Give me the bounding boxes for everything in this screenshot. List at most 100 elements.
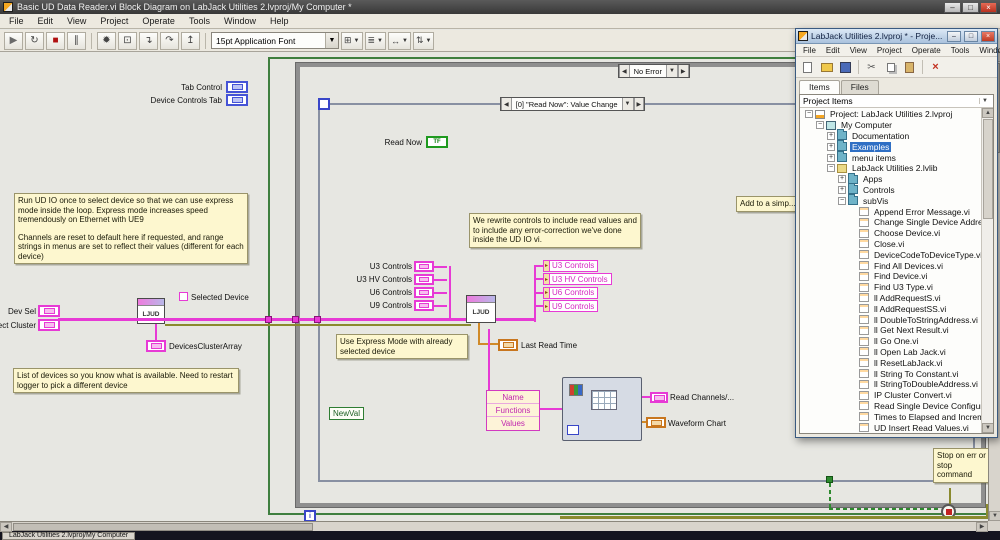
pe-menu-item[interactable]: View [845, 46, 872, 55]
header-dropdown-arrow-icon[interactable]: ▼ [979, 98, 990, 104]
expand-collapse-icon[interactable] [805, 110, 813, 118]
menu-item[interactable]: Tools [182, 15, 217, 27]
diagram-horizontal-scrollbar[interactable]: ◀ ▶ [0, 521, 988, 531]
event-prev-arrow-icon[interactable]: ◀ [501, 98, 512, 110]
pause-button[interactable]: ∥ [67, 32, 86, 50]
name-functions-values-node[interactable]: NameFunctionsValues [486, 390, 540, 431]
case-prev-arrow-icon[interactable]: ◀ [619, 65, 630, 77]
u-control-output-row[interactable]: U3 Controls [536, 259, 612, 273]
cluster-terminal[interactable] [414, 261, 434, 272]
project-explorer-window[interactable]: LabJack Utilities 2.lvproj * - Proje... … [795, 28, 998, 438]
menu-item[interactable]: View [60, 15, 93, 27]
minimize-button[interactable]: – [944, 2, 961, 13]
pe-menu-item[interactable]: Project [872, 46, 907, 55]
tree-row[interactable]: menu items [801, 152, 979, 163]
tree-row[interactable]: Find U3 Type.vi [801, 282, 979, 293]
tree-row[interactable]: ll String To Constant.vi [801, 368, 979, 379]
devices-cluster-array-terminal[interactable] [146, 340, 166, 352]
read-channels-terminal[interactable] [650, 392, 668, 403]
copy-button[interactable] [882, 59, 899, 76]
tree-row[interactable]: ll StringToDoubleAddress.vi [801, 379, 979, 390]
expand-collapse-icon[interactable] [838, 197, 846, 205]
u-control-input-row[interactable]: U3 Controls [330, 260, 447, 273]
tree-row[interactable]: Close.vi [801, 239, 979, 250]
horizontal-scroll-thumb[interactable] [13, 523, 313, 531]
event-selector-label[interactable]: ◀ [0] "Read Now": Value Change ▼ ▶ [500, 97, 645, 111]
resize-objects-dropdown[interactable]: ↔▼ [388, 32, 411, 50]
taskbar-tab[interactable]: LabJack Utilities 2.lvproj/My Computer [2, 532, 135, 540]
distribute-objects-dropdown[interactable]: ≣▼ [365, 32, 387, 50]
tree-row[interactable]: IP Cluster Convert.vi [801, 390, 979, 401]
case-next-arrow-icon[interactable]: ▶ [678, 65, 689, 77]
expand-collapse-icon[interactable] [816, 121, 824, 129]
save-button[interactable] [837, 59, 854, 76]
ljud-io-node-2[interactable]: LJUD [466, 295, 496, 323]
tree-row[interactable]: Controls [801, 185, 979, 196]
u-control-input-row[interactable]: U9 Controls [330, 299, 447, 312]
device-controls-tab-terminal[interactable] [226, 94, 248, 106]
tree-row[interactable]: UD Insert Read Values.vi [801, 422, 979, 433]
menu-item[interactable]: Edit [31, 15, 61, 27]
paste-button[interactable] [901, 59, 918, 76]
reorder-dropdown[interactable]: ⇅▼ [413, 32, 435, 50]
expand-collapse-icon[interactable] [827, 143, 835, 151]
menu-item[interactable]: Window [217, 15, 263, 27]
expand-collapse-icon[interactable] [838, 175, 846, 183]
u-control-input-row[interactable]: U3 HV Controls [330, 273, 447, 286]
tree-row[interactable]: Choose Device.vi [801, 228, 979, 239]
tree-row[interactable]: ll DoubleToStringAddress.vi [801, 314, 979, 325]
ud-select-cluster-terminal[interactable] [38, 319, 60, 331]
menu-item[interactable]: Operate [135, 15, 182, 27]
u-control-output-row[interactable]: U9 Controls [536, 300, 612, 314]
tree-row[interactable]: subVis [801, 195, 979, 206]
expand-collapse-icon[interactable] [827, 164, 835, 172]
case-dropdown-arrow-icon[interactable]: ▼ [666, 65, 678, 77]
expand-collapse-icon[interactable] [827, 154, 835, 162]
dev-sel-terminal[interactable] [38, 305, 60, 317]
event-timeout-terminal[interactable] [318, 98, 330, 110]
close-button[interactable]: × [980, 2, 997, 13]
newval-event-data-node[interactable]: NewVal [329, 407, 364, 420]
tree-row[interactable]: ll Go One.vi [801, 336, 979, 347]
run-button[interactable]: ▶ [4, 32, 23, 50]
scroll-right-arrow-icon[interactable]: ▶ [976, 522, 988, 532]
tree-row[interactable]: ll Open Lab Jack.vi [801, 347, 979, 358]
align-objects-dropdown[interactable]: ⊞▼ [341, 32, 363, 50]
menu-item[interactable]: Project [93, 15, 135, 27]
menu-item[interactable]: File [2, 15, 31, 27]
tree-row[interactable]: ll Get Next Result.vi [801, 325, 979, 336]
tree-row[interactable]: Project: LabJack Utilities 2.lvproj [801, 109, 979, 120]
scroll-down-arrow-icon[interactable]: ▼ [989, 511, 1000, 521]
pe-close-button[interactable]: × [981, 31, 995, 42]
cluster-terminal[interactable] [414, 287, 434, 298]
case-selector-label[interactable]: ◀ No Error ▼ ▶ [618, 64, 690, 78]
tree-row[interactable]: Change Single Device Address.vi [801, 217, 979, 228]
tree-row[interactable]: Documentation [801, 131, 979, 142]
pe-menu-item[interactable]: Edit [821, 46, 845, 55]
pe-menu-item[interactable]: Window [974, 46, 1000, 55]
u-control-output-row[interactable]: U3 HV Controls [536, 273, 612, 287]
tree-row[interactable]: ll AddRequestS.vi [801, 293, 979, 304]
tree-row[interactable]: ll AddRequestSS.vi [801, 303, 979, 314]
pe-menu-item[interactable]: Operate [907, 46, 946, 55]
new-file-button[interactable] [799, 59, 816, 76]
cluster-terminal[interactable] [414, 274, 434, 285]
tree-row[interactable]: ll ResetLabJack.vi [801, 357, 979, 368]
pe-menu-item[interactable]: Tools [946, 46, 975, 55]
expand-collapse-icon[interactable] [838, 186, 846, 194]
step-over-button[interactable]: ↷ [160, 32, 179, 50]
project-explorer-titlebar[interactable]: LabJack Utilities 2.lvproj * - Proje... … [796, 29, 997, 44]
font-dropdown-arrow-icon[interactable]: ▼ [325, 33, 338, 48]
last-read-time-terminal[interactable] [498, 339, 518, 351]
tree-row[interactable]: Find Device.vi [801, 271, 979, 282]
read-now-terminal[interactable] [426, 136, 448, 148]
run-continuous-button[interactable]: ↻ [25, 32, 44, 50]
highlight-execution-button[interactable]: ✹ [97, 32, 116, 50]
waveform-chart-terminal[interactable] [646, 417, 666, 428]
tree-row[interactable]: Apps [801, 174, 979, 185]
pe-minimize-button[interactable]: – [947, 31, 961, 42]
font-selector[interactable]: 15pt Application Font ▼ [211, 32, 339, 49]
open-folder-button[interactable] [818, 59, 835, 76]
u-control-input-row[interactable]: U6 Controls [330, 286, 447, 299]
maximize-button[interactable]: □ [962, 2, 979, 13]
